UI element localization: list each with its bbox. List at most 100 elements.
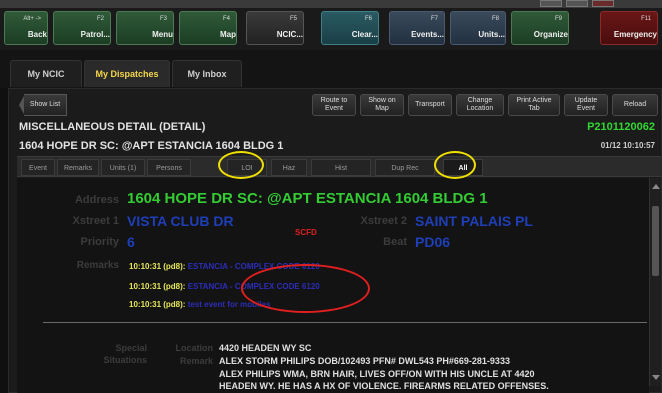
fkey-label: Clear... bbox=[351, 30, 378, 39]
fkey-organize-button[interactable]: F9 Organize bbox=[511, 11, 569, 45]
fkey-label: Map bbox=[220, 30, 236, 39]
main-tab-bar: My NCIC My Dispatches My Inbox bbox=[0, 50, 662, 88]
fkey-number: F2 bbox=[96, 16, 104, 22]
fkey-number: F8 bbox=[491, 16, 499, 22]
fkey-number: F3 bbox=[159, 16, 167, 22]
vertical-scrollbar[interactable] bbox=[649, 178, 661, 386]
remarks-label: Remarks bbox=[76, 260, 119, 271]
fkey-map-button[interactable]: F4 Map bbox=[179, 11, 237, 45]
show-list-button[interactable]: Show List bbox=[19, 94, 67, 116]
fkey-units-button[interactable]: F8 Units... bbox=[450, 11, 506, 45]
show-list-label: Show List bbox=[24, 94, 67, 116]
xstreet1-label: Xstreet 1 bbox=[72, 215, 119, 227]
remark-line: 10:10:31 (pd8): test event for mobiles bbox=[129, 300, 270, 309]
xstreet1-value: VISTA CLUB DR bbox=[127, 213, 234, 229]
special-situations-label-2: Situations bbox=[103, 355, 147, 365]
beat-value: PD06 bbox=[415, 234, 451, 250]
subtab-persons[interactable]: Persons bbox=[147, 159, 191, 176]
route-to-event-button[interactable]: Route to Event bbox=[312, 94, 356, 116]
fkey-number: F9 bbox=[554, 16, 562, 22]
event-number: P2101120062 bbox=[587, 121, 655, 133]
subtab-units[interactable]: Units (1) bbox=[101, 159, 145, 176]
fkey-number: F4 bbox=[222, 16, 230, 22]
button-label-line: Event bbox=[577, 105, 595, 112]
remark-timestamp: 10:10:31 (pd8): bbox=[129, 282, 186, 291]
priority-label: Priority bbox=[80, 236, 119, 248]
fkey-emergency-button[interactable]: F11 Emergency bbox=[600, 11, 658, 45]
button-label-line: Location bbox=[466, 105, 494, 112]
scroll-up-icon[interactable] bbox=[652, 184, 660, 189]
location-value: 4420 HEADEN WY SC bbox=[219, 343, 312, 353]
yellow-annotation-circle bbox=[218, 151, 264, 179]
yellow-annotation-circle bbox=[434, 151, 476, 179]
button-label-line: Show on bbox=[368, 97, 396, 104]
button-label-line: Route to bbox=[320, 97, 348, 104]
close-button[interactable] bbox=[592, 0, 614, 7]
minimize-button[interactable] bbox=[540, 0, 562, 7]
fkey-back-button[interactable]: Alt+ -> Back bbox=[4, 11, 48, 45]
fkey-label: Events... bbox=[411, 30, 444, 39]
priority-value: 6 bbox=[127, 234, 135, 250]
fkey-number: F11 bbox=[641, 16, 651, 22]
fkey-label: Back bbox=[27, 30, 47, 39]
reload-button[interactable]: Reload bbox=[612, 94, 658, 116]
fkey-label: Units... bbox=[478, 30, 505, 39]
button-label-line: Change bbox=[467, 97, 493, 104]
fkey-label: Patrol... bbox=[80, 30, 110, 39]
fkey-clear-button[interactable]: F6 Clear... bbox=[321, 11, 379, 45]
remark-label: Remark bbox=[179, 356, 213, 366]
fkey-patrol-button[interactable]: F2 Patrol... bbox=[53, 11, 111, 45]
red-annotation-circle bbox=[241, 264, 370, 313]
detail-subtab-bar: Event Remarks Units (1) Persons LOI Haz … bbox=[17, 156, 661, 177]
address-label: Address bbox=[74, 194, 119, 206]
location-label: Location bbox=[175, 343, 214, 353]
remark-timestamp: 10:10:31 (pd8): bbox=[129, 262, 186, 271]
event-datetime: 01/12 10:10:57 bbox=[600, 141, 655, 150]
scroll-down-icon[interactable] bbox=[652, 375, 660, 380]
fkey-number: F5 bbox=[289, 16, 297, 22]
subtab-hist[interactable]: Hist bbox=[311, 159, 371, 176]
beat-label: Beat bbox=[383, 236, 407, 248]
button-label-line: Print Active bbox=[516, 97, 552, 104]
subtab-haz[interactable]: Haz bbox=[271, 159, 307, 176]
subtab-remarks[interactable]: Remarks bbox=[57, 159, 99, 176]
xstreet2-label: Xstreet 2 bbox=[360, 215, 407, 227]
section-divider bbox=[43, 322, 647, 323]
fkey-ncic-button[interactable]: F5 NCIC... bbox=[246, 11, 304, 45]
fkey-number: F6 bbox=[364, 16, 372, 22]
xstreet2-value: SAINT PALAIS PL bbox=[415, 213, 533, 229]
transport-button[interactable]: Transport bbox=[408, 94, 452, 116]
fkey-label: NCIC... bbox=[276, 30, 303, 39]
button-label-line: Event bbox=[325, 105, 343, 112]
subtab-event[interactable]: Event bbox=[21, 159, 55, 176]
fkey-label: Menu bbox=[152, 30, 173, 39]
tab-my-inbox[interactable]: My Inbox bbox=[172, 60, 242, 87]
tab-my-dispatches[interactable]: My Dispatches bbox=[84, 60, 170, 87]
fkey-menu-button[interactable]: F3 Menu bbox=[116, 11, 174, 45]
function-key-toolbar: Alt+ -> Back F2 Patrol... F3 Menu F4 Map… bbox=[0, 8, 662, 50]
print-active-tab-button[interactable]: Print Active Tab bbox=[508, 94, 560, 116]
app-window: Alt+ -> Back F2 Patrol... F3 Menu F4 Map… bbox=[0, 0, 662, 393]
fkey-number: F7 bbox=[430, 16, 438, 22]
fkey-number: Alt+ -> bbox=[23, 16, 41, 22]
event-type-title: MISCELLANEOUS DETAIL (DETAIL) bbox=[19, 121, 206, 133]
show-on-map-button[interactable]: Show on Map bbox=[360, 94, 404, 116]
update-event-button[interactable]: Update Event bbox=[564, 94, 608, 116]
agency-tag: SCFD bbox=[295, 228, 317, 237]
title-bar bbox=[0, 0, 662, 8]
address-value: 1604 HOPE DR SC: @APT ESTANCIA 1604 BLDG… bbox=[127, 190, 488, 207]
remark-timestamp: 10:10:31 (pd8): bbox=[129, 300, 186, 309]
fkey-label: Organize bbox=[533, 30, 568, 39]
button-label-line: Map bbox=[375, 105, 389, 112]
fkey-label: Emergency bbox=[613, 30, 657, 39]
fkey-events-button[interactable]: F7 Events... bbox=[389, 11, 445, 45]
special-remark-line: ALEX STORM PHILIPS DOB/102493 PFN# DWL54… bbox=[219, 356, 510, 366]
scroll-thumb[interactable] bbox=[652, 206, 659, 276]
maximize-button[interactable] bbox=[566, 0, 588, 7]
button-label-line: Tab bbox=[528, 105, 540, 112]
tab-my-ncic[interactable]: My NCIC bbox=[10, 60, 82, 87]
subtab-dup-rec[interactable]: Dup Rec bbox=[375, 159, 435, 176]
change-location-button[interactable]: Change Location bbox=[456, 94, 504, 116]
dispatch-detail-panel: Show List Route to Event Show on Map Tra… bbox=[8, 88, 662, 393]
button-label-line: Update bbox=[574, 97, 598, 104]
